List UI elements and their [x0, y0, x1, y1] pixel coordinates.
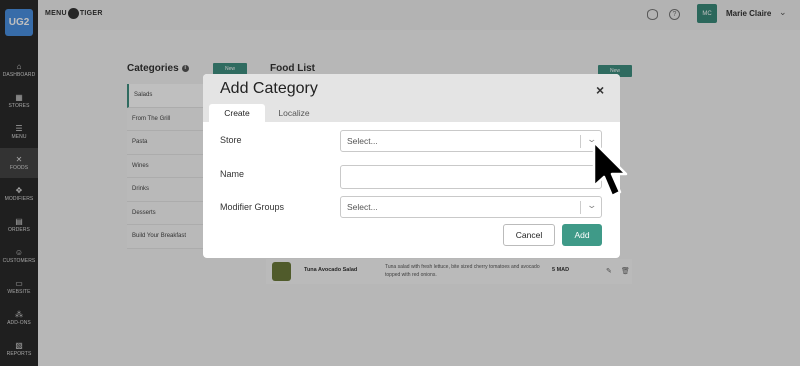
- select-separator: [580, 201, 581, 214]
- modal-title: Add Category: [220, 80, 318, 97]
- modifier-groups-select[interactable]: Select... ⌄: [340, 196, 602, 218]
- name-input[interactable]: [340, 165, 602, 189]
- modifier-groups-label: Modifier Groups: [220, 202, 285, 212]
- tab-localize[interactable]: Localize: [269, 104, 319, 122]
- name-label: Name: [220, 169, 245, 179]
- select-separator: [580, 135, 581, 148]
- add-button[interactable]: Add: [562, 224, 602, 246]
- tab-create[interactable]: Create: [209, 104, 265, 122]
- modifier-select-placeholder: Select...: [347, 202, 378, 212]
- close-icon[interactable]: ×: [596, 82, 604, 98]
- modal-header: Add Category × Create Localize: [203, 74, 620, 122]
- mouse-pointer-icon: [592, 140, 628, 198]
- add-category-modal: Add Category × Create Localize Store Sel…: [203, 74, 620, 258]
- store-label: Store: [220, 135, 242, 145]
- store-select[interactable]: Select... ⌄: [340, 130, 602, 152]
- store-select-placeholder: Select...: [347, 136, 378, 146]
- cancel-button[interactable]: Cancel: [503, 224, 555, 246]
